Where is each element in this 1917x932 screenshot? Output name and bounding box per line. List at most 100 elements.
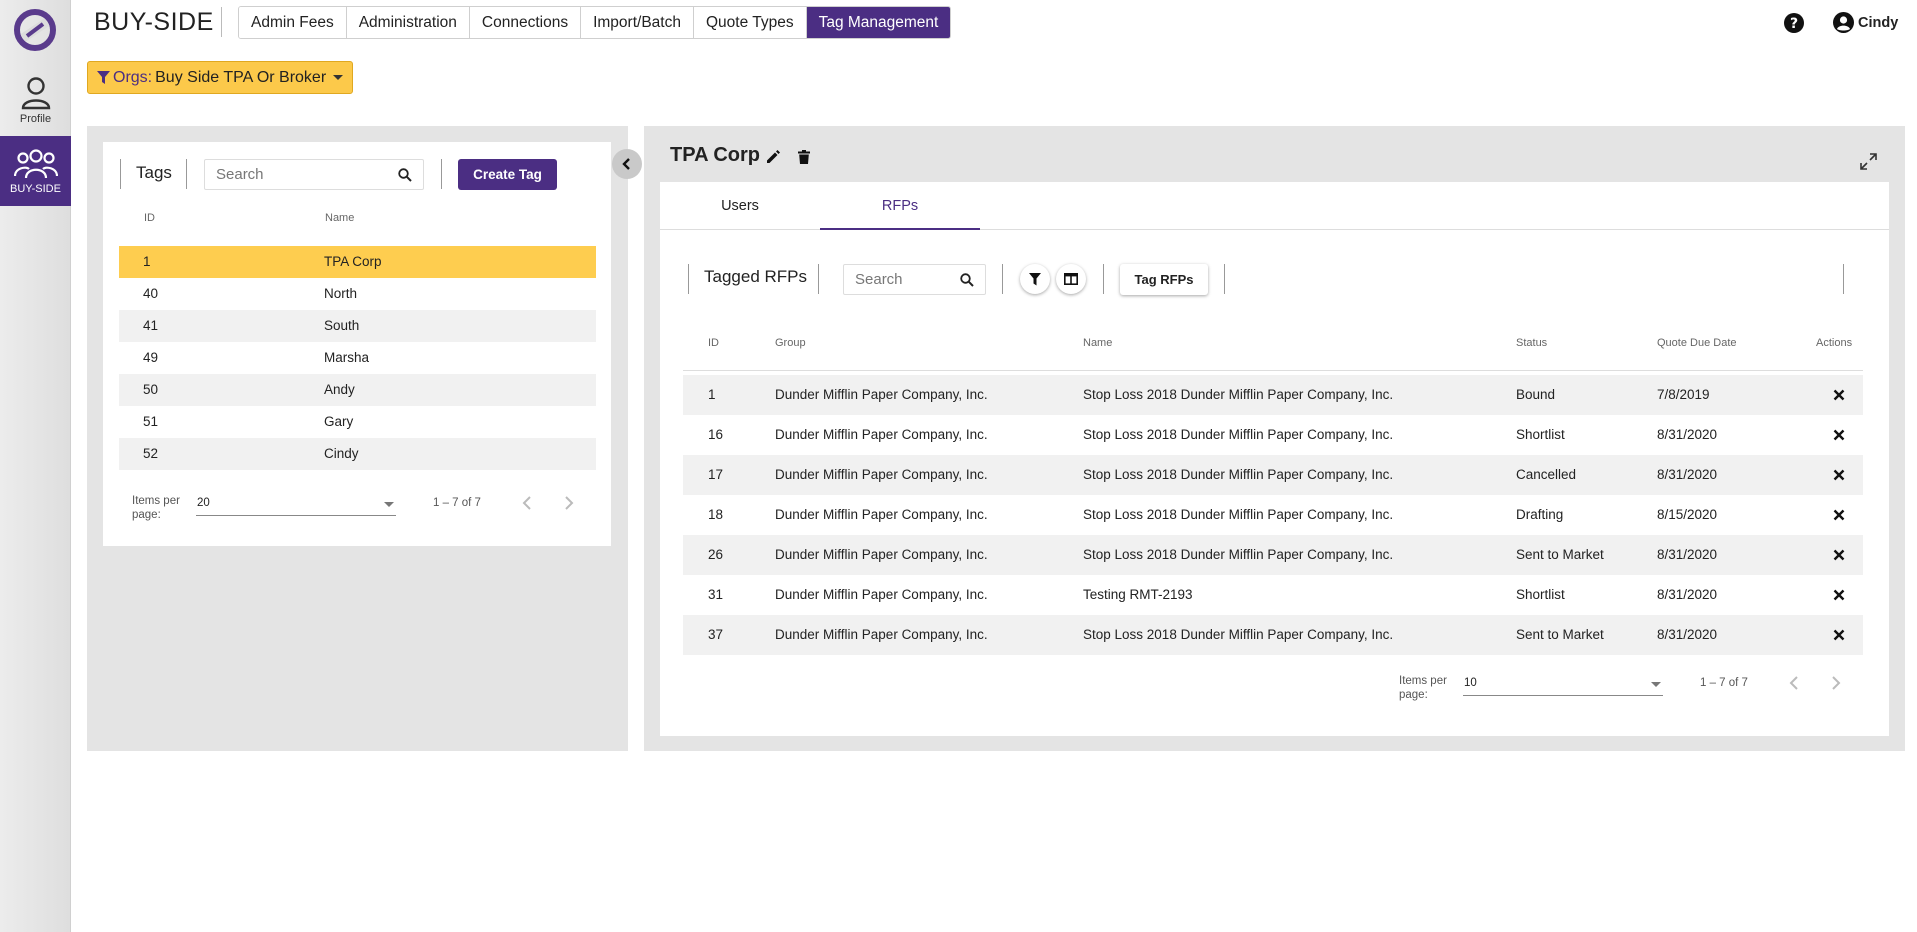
table-row[interactable]: 40 North (119, 278, 596, 310)
table-row[interactable]: 49 Marsha (119, 342, 596, 374)
column-header-id[interactable]: ID (708, 337, 719, 349)
page-size-select[interactable]: 20 (196, 494, 396, 516)
nav-tab-admin-fees[interactable]: Admin Fees (239, 7, 347, 38)
columns-button[interactable] (1056, 264, 1086, 294)
expand-icon[interactable] (1860, 153, 1877, 170)
previous-page-icon[interactable] (520, 495, 536, 511)
org-filter-prefix: Orgs: (113, 68, 153, 86)
chevron-down-icon (1651, 682, 1661, 687)
page-range: 1 – 7 of 7 (433, 497, 481, 509)
cell-group: Dunder Mifflin Paper Company, Inc. (775, 627, 988, 642)
columns-icon (1064, 273, 1078, 285)
items-per-page-label: Items per page: (132, 495, 180, 521)
tag-title: TPA Corp (670, 144, 760, 166)
column-header-id[interactable]: ID (144, 212, 155, 224)
rail-item-buy-side[interactable]: BUY-SIDE (0, 136, 71, 206)
nav-tab-import-batch[interactable]: Import/Batch (581, 7, 694, 38)
cell-id: 1 (708, 387, 716, 402)
tab-rfps[interactable]: RFPs (820, 182, 980, 230)
table-row[interactable]: 51 Gary (119, 406, 596, 438)
org-filter-dropdown[interactable]: Orgs: Buy Side TPA Or Broker (87, 61, 354, 94)
edit-icon[interactable] (766, 150, 780, 164)
cell-name: Marsha (324, 350, 370, 365)
cell-id: 1 (143, 254, 151, 269)
header-divider (683, 370, 1863, 371)
divider (441, 159, 442, 189)
table-row[interactable]: 1 TPA Corp (119, 246, 596, 278)
cell-name: Stop Loss 2018 Dunder Mifflin Paper Comp… (1083, 507, 1394, 522)
page-size-value: 10 (1464, 677, 1477, 689)
remove-icon[interactable] (1833, 629, 1845, 641)
column-header-actions: Actions (1816, 337, 1853, 349)
divider (120, 159, 121, 189)
table-row[interactable]: 37 Dunder Mifflin Paper Company, Inc. Stop… (683, 615, 1863, 655)
chevron-down-icon (384, 502, 394, 507)
profile-icon (21, 76, 50, 109)
cell-name: Stop Loss 2018 Dunder Mifflin Paper Comp… (1083, 387, 1394, 402)
create-tag-button[interactable]: Create Tag (458, 159, 557, 190)
title-divider (221, 7, 222, 37)
page-size-select[interactable]: 10 (1463, 674, 1663, 696)
table-row[interactable]: 17 Dunder Mifflin Paper Company, Inc. Stop… (683, 455, 1863, 495)
next-page-icon[interactable] (1827, 675, 1843, 691)
cell-id: 41 (143, 318, 159, 333)
remove-icon[interactable] (1833, 469, 1845, 481)
chevron-left-icon (622, 158, 630, 170)
cell-status: Bound (1516, 387, 1556, 402)
table-row[interactable]: 52 Cindy (119, 438, 596, 470)
cell-name: Stop Loss 2018 Dunder Mifflin Paper Comp… (1083, 547, 1394, 562)
column-header-name[interactable]: Name (325, 212, 354, 224)
cell-group: Dunder Mifflin Paper Company, Inc. (775, 507, 988, 522)
next-page-icon[interactable] (560, 495, 576, 511)
user-menu[interactable]: Cindy (1833, 12, 1898, 33)
collapse-panel-button[interactable] (612, 149, 642, 179)
cell-id: 50 (143, 382, 159, 397)
tags-search-input[interactable]: Search (204, 159, 424, 190)
table-row[interactable]: 1 Dunder Mifflin Paper Company, Inc. Stop … (683, 375, 1863, 415)
cell-name: Stop Loss 2018 Dunder Mifflin Paper Comp… (1083, 467, 1394, 482)
table-row[interactable]: 18 Dunder Mifflin Paper Company, Inc. Stop… (683, 495, 1863, 535)
cell-quote-due-date: 8/31/2020 (1657, 427, 1718, 442)
nav-tab-administration[interactable]: Administration (346, 7, 470, 38)
cell-name: Stop Loss 2018 Dunder Mifflin Paper Comp… (1083, 427, 1394, 442)
cell-name: TPA Corp (324, 254, 382, 269)
cell-group: Dunder Mifflin Paper Company, Inc. (775, 427, 988, 442)
rail-item-profile[interactable]: Profile (0, 65, 71, 135)
rail-item-label: Profile (19, 112, 52, 125)
remove-icon[interactable] (1833, 549, 1845, 561)
tag-rfps-button[interactable]: Tag RFPs (1120, 264, 1208, 295)
table-row[interactable]: 16 Dunder Mifflin Paper Company, Inc. Stop… (683, 415, 1863, 455)
table-row[interactable]: 41 South (119, 310, 596, 342)
filter-button[interactable] (1020, 264, 1050, 294)
table-row[interactable]: 50 Andy (119, 374, 596, 406)
app-title: BUY-SIDE (94, 8, 214, 36)
cell-id: 51 (143, 414, 159, 429)
brand-logo-icon[interactable] (9, 8, 61, 52)
remove-icon[interactable] (1833, 389, 1845, 401)
nav-tab-quote-types[interactable]: Quote Types (693, 7, 807, 38)
cell-name: Andy (324, 382, 355, 397)
column-header-group[interactable]: Group (775, 337, 806, 349)
rfps-search-input[interactable]: Search (843, 264, 986, 295)
search-placeholder: Search (216, 166, 264, 183)
cell-group: Dunder Mifflin Paper Company, Inc. (775, 387, 988, 402)
help-icon[interactable]: ? (1784, 13, 1804, 33)
nav-tab-connections[interactable]: Connections (469, 7, 582, 38)
table-row[interactable]: 26 Dunder Mifflin Paper Company, Inc. Stop… (683, 535, 1863, 575)
trash-icon[interactable] (798, 150, 810, 164)
column-header-quote-due-date[interactable]: Quote Due Date (1657, 337, 1737, 349)
column-header-name[interactable]: Name (1083, 337, 1112, 349)
remove-icon[interactable] (1833, 509, 1845, 521)
top-nav: Admin Fees Administration Connections Im… (238, 6, 952, 39)
cell-name: Stop Loss 2018 Dunder Mifflin Paper Comp… (1083, 627, 1394, 642)
remove-icon[interactable] (1833, 589, 1845, 601)
tab-users[interactable]: Users (660, 182, 820, 230)
column-header-status[interactable]: Status (1516, 337, 1547, 349)
divider (1224, 264, 1225, 294)
cell-status: Shortlist (1516, 427, 1565, 442)
nav-tab-tag-management[interactable]: Tag Management (806, 7, 951, 38)
previous-page-icon[interactable] (1787, 675, 1803, 691)
cell-id: 52 (143, 446, 159, 461)
remove-icon[interactable] (1833, 429, 1845, 441)
table-row[interactable]: 31 Dunder Mifflin Paper Company, Inc. Test… (683, 575, 1863, 615)
